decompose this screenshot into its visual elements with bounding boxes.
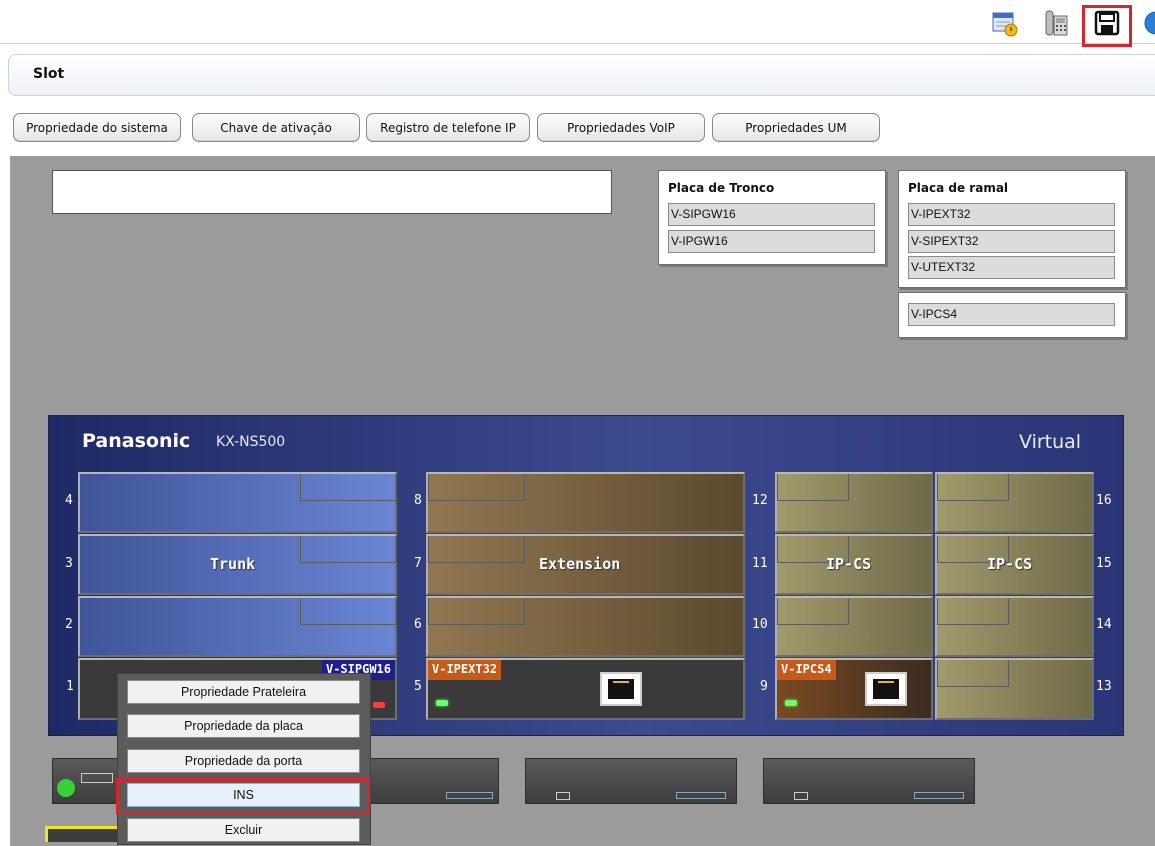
status-led-green — [785, 700, 797, 706]
tab-um-properties[interactable]: Propriedades UM — [712, 113, 880, 142]
tab-system-property[interactable]: Propriedade do sistema — [13, 113, 181, 142]
tab-activation-key[interactable]: Chave de ativação — [192, 113, 360, 142]
slot-8-card[interactable] — [426, 472, 745, 533]
card-notch — [300, 474, 397, 501]
slot-16-card[interactable] — [935, 472, 1094, 533]
extension-card-item[interactable]: V-IPEXT32 — [908, 203, 1115, 226]
extension-card-item[interactable]: V-UTEXT32 — [908, 256, 1115, 279]
slot-header: Slot — [8, 54, 1155, 96]
slot-number: 12 — [752, 493, 768, 508]
tab-ip-phone-registration[interactable]: Registro de telefone IP — [366, 113, 530, 142]
chassis-model: KX-NS500 — [216, 434, 286, 450]
slot-2-card[interactable] — [78, 596, 397, 657]
slot-number: 4 — [65, 493, 73, 508]
brand-logo: Panasonic — [82, 430, 191, 452]
info-field — [52, 170, 612, 214]
group-label-trunk: Trunk — [210, 555, 256, 573]
slot-number: 11 — [752, 556, 768, 571]
menu-item-card-property[interactable]: Propriedade da placa — [127, 714, 360, 738]
slot-number: 16 — [1096, 493, 1112, 508]
group-label-ipcs: IP-CS — [987, 555, 1033, 573]
card-notch — [428, 474, 525, 501]
slot-10-card[interactable] — [775, 596, 933, 657]
status-led-green — [436, 700, 448, 706]
globe-icon[interactable] — [1142, 8, 1155, 38]
menu-item-shelf-property[interactable]: Propriedade Prateleira — [127, 680, 360, 704]
trunk-card-item[interactable]: V-SIPGW16 — [668, 203, 875, 226]
trunk-panel-title: Placa de Tronco — [668, 181, 775, 195]
slot-number: 2 — [65, 617, 73, 632]
ins-highlight-box — [116, 778, 370, 814]
slot-number: 8 — [414, 493, 422, 508]
top-toolbar — [0, 0, 1155, 44]
card-tag: V-IPCS4 — [777, 660, 836, 680]
trunk-card-panel: Placa de Tronco V-SIPGW16 V-IPGW16 — [658, 170, 886, 265]
card-notch — [300, 536, 397, 563]
slot-number: 13 — [1096, 679, 1112, 694]
phone-icon[interactable] — [1042, 8, 1070, 38]
slot-5-card[interactable]: V-IPEXT32 — [426, 658, 745, 720]
slot-14-card[interactable] — [935, 596, 1094, 657]
shelf-thumbnail[interactable] — [370, 758, 499, 804]
shelf-thumbnail[interactable] — [52, 758, 124, 804]
extension-card-item[interactable]: V-SIPEXT32 — [908, 230, 1115, 253]
slot-6-card[interactable] — [426, 596, 745, 657]
page-title: Slot — [33, 66, 65, 82]
save-highlight-box — [1082, 5, 1132, 47]
ethernet-port-icon — [865, 672, 907, 706]
menu-item-delete[interactable]: Excluir — [127, 818, 360, 842]
slot-number: 5 — [414, 679, 422, 694]
card-tag: V-IPEXT32 — [428, 660, 502, 680]
slot-number: 1 — [66, 679, 74, 694]
selected-shelf-thumbnail[interactable] — [45, 826, 120, 842]
ethernet-port-icon — [600, 672, 642, 706]
chassis-type: Virtual — [1019, 431, 1082, 453]
shelf-thumbnail[interactable] — [525, 758, 737, 804]
slot-13-card[interactable] — [935, 658, 1094, 720]
card-notch — [937, 598, 1009, 625]
card-notch — [300, 598, 397, 625]
tab-voip-properties[interactable]: Propriedades VoIP — [537, 113, 705, 142]
card-notch — [937, 474, 1009, 501]
trunk-card-item[interactable]: V-IPGW16 — [668, 230, 875, 253]
card-notch — [777, 598, 849, 625]
calendar-alarm-icon[interactable] — [990, 8, 1018, 38]
card-notch — [428, 598, 525, 625]
card-notch — [428, 536, 525, 563]
cs-card-panel: V-IPCS4 — [898, 292, 1126, 338]
slot-number: 14 — [1096, 617, 1112, 632]
menu-item-port-property[interactable]: Propriedade da porta — [127, 749, 360, 773]
slot-number: 6 — [414, 617, 422, 632]
slot-number: 9 — [760, 679, 768, 694]
card-notch — [937, 660, 1009, 687]
group-label-extension: Extension — [539, 555, 621, 573]
shelf-thumbnail[interactable] — [763, 758, 975, 804]
extension-panel-title: Placa de ramal — [908, 181, 1009, 195]
card-notch — [777, 474, 849, 501]
status-led-red — [373, 702, 385, 708]
slot-12-card[interactable] — [775, 472, 933, 533]
cs-card-item[interactable]: V-IPCS4 — [908, 303, 1115, 326]
extension-card-panel: Placa de ramal V-IPEXT32 V-SIPEXT32 V-UT… — [898, 170, 1126, 288]
slot-number: 15 — [1096, 556, 1112, 571]
slot-number: 7 — [414, 556, 422, 571]
slot-number: 3 — [65, 556, 73, 571]
slot-number: 10 — [752, 617, 768, 632]
group-label-ipcs: IP-CS — [826, 555, 872, 573]
slot-9-card[interactable]: V-IPCS4 — [775, 658, 933, 720]
slot-4-card[interactable] — [78, 472, 397, 533]
